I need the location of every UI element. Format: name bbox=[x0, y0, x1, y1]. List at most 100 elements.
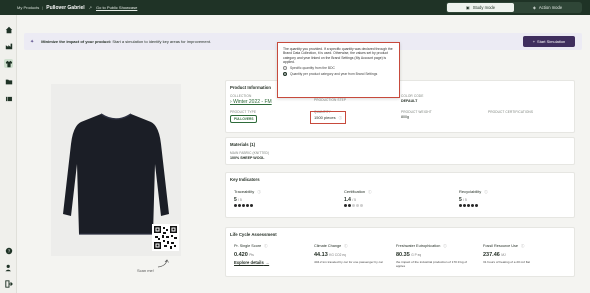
traceability-score: 5 bbox=[234, 197, 237, 203]
score-dot bbox=[238, 204, 241, 207]
product-type-chip: PULLOVERS bbox=[230, 115, 258, 123]
folder-icon[interactable] bbox=[4, 77, 13, 86]
info-icon[interactable]: ⓘ bbox=[344, 244, 347, 248]
scan-arrow-icon bbox=[157, 259, 169, 268]
tooltip-option-bdc[interactable]: Specific quantity from the BDC bbox=[283, 66, 394, 71]
certification-score: 1.4 bbox=[344, 197, 351, 203]
fossil-unit: MJ bbox=[501, 253, 506, 257]
lca-title: Life Cycle Assessment bbox=[230, 232, 277, 237]
collection-label: COLLECTION bbox=[230, 94, 252, 98]
info-icon[interactable]: ⓘ bbox=[368, 190, 371, 194]
traceability-dots bbox=[234, 204, 261, 207]
breadcrumb-my-products[interactable]: My Products bbox=[17, 5, 39, 10]
qr-code[interactable] bbox=[152, 224, 179, 251]
certification-max: / 5 bbox=[352, 198, 356, 202]
climate-change-label: Climate Change bbox=[314, 244, 342, 248]
explore-details-link[interactable]: Explore details → bbox=[234, 260, 314, 265]
study-mode-label: Study mode bbox=[472, 5, 496, 10]
lca-freshwater-eutrophication: Freshwater Eutrophication ⓘ 80.35 G P eq… bbox=[396, 243, 476, 268]
sparkle-icon: ✦ bbox=[30, 38, 35, 45]
materials-card: Materials (1) MAIN FABRIC (KNITTED) 100%… bbox=[225, 137, 575, 165]
home-icon[interactable] bbox=[4, 25, 13, 34]
info-icon[interactable]: ⓘ bbox=[264, 244, 267, 248]
recyclability-dots bbox=[459, 204, 488, 207]
score-dot bbox=[475, 204, 478, 207]
single-score-value: 0.420 bbox=[234, 252, 248, 258]
book-icon[interactable] bbox=[4, 94, 13, 103]
public-showcase-link[interactable]: Go to Public Showcase bbox=[96, 5, 137, 10]
scan-me-label: Scan me! bbox=[137, 268, 154, 273]
score-dot bbox=[348, 204, 351, 207]
indicator-score: 5 / 5 bbox=[234, 197, 261, 203]
score-dot bbox=[234, 204, 237, 207]
arrow-right-icon: → bbox=[264, 260, 270, 265]
help-icon[interactable]: ? bbox=[4, 246, 13, 255]
app-root: My Products | Pullover Gabriel ↗ Go to P… bbox=[0, 0, 590, 293]
score-dot bbox=[360, 204, 363, 207]
indicator-certification: Certification ⓘ 1.4 / 5 bbox=[344, 189, 371, 207]
freshwater-value: 80.35 bbox=[396, 252, 410, 258]
tooltip-option-brand-settings-label: Quantity per product category and year f… bbox=[290, 72, 378, 77]
lca-metric-name: Fossil Resource Use ⓘ bbox=[483, 243, 563, 248]
score-dot bbox=[471, 204, 474, 207]
fossil-value: 237.46 bbox=[483, 252, 500, 258]
shirt-icon[interactable] bbox=[4, 59, 13, 68]
lca-metric-value: 80.35 G P eq bbox=[396, 252, 476, 258]
info-icon[interactable]: ⓘ bbox=[443, 244, 446, 248]
breadcrumb-separator: | bbox=[42, 5, 44, 10]
explore-details-label: Explore details bbox=[234, 260, 264, 265]
tooltip-text: The quantity you provided. If a specific… bbox=[283, 47, 393, 64]
action-mode-label: Action mode bbox=[538, 5, 563, 10]
single-score-unit: Pts bbox=[249, 253, 254, 257]
score-dot bbox=[356, 204, 359, 207]
banner-text: Minimize the impact of your product: Sta… bbox=[41, 39, 211, 44]
logout-icon[interactable] bbox=[4, 279, 13, 288]
info-icon[interactable]: ⓘ bbox=[521, 244, 524, 248]
indicator-name: Certification ⓘ bbox=[344, 189, 371, 194]
recyclability-label: Recyclability bbox=[459, 189, 482, 194]
freshwater-label: Freshwater Eutrophication bbox=[396, 244, 441, 248]
key-indicators-title: Key Indicators bbox=[230, 177, 260, 182]
lca-single-score: Pr. Single Score ⓘ 0.420 Pts Explore det… bbox=[234, 243, 314, 265]
indicator-traceability: Traceability ⓘ 5 / 5 bbox=[234, 189, 261, 207]
recyclability-max: / 5 bbox=[463, 198, 467, 202]
info-icon[interactable]: ⓘ bbox=[257, 190, 260, 194]
freshwater-unit: G P eq bbox=[411, 253, 422, 257]
single-score-label: Pr. Single Score bbox=[234, 244, 262, 248]
factory-icon[interactable] bbox=[4, 41, 13, 50]
start-simulation-button[interactable]: + Start Simulation bbox=[523, 36, 575, 47]
collection-link[interactable]: › Winter 2022 - FM bbox=[230, 99, 272, 105]
traceability-max: / 5 bbox=[238, 198, 242, 202]
certification-label: Certification bbox=[344, 189, 366, 194]
tooltip-option-brand-settings[interactable]: Quantity per product category and year f… bbox=[283, 72, 394, 77]
study-mode-tab[interactable]: ▣ Study mode bbox=[447, 3, 514, 12]
action-mode-tab[interactable]: ◈ Action mode bbox=[514, 3, 581, 12]
page-title: Pullover Gabriel bbox=[46, 4, 85, 11]
recyclability-score: 5 bbox=[459, 197, 462, 203]
climate-change-value: 44.13 bbox=[314, 252, 328, 258]
lca-card: Life Cycle Assessment Pr. Single Score ⓘ… bbox=[225, 227, 575, 277]
production-step-label: PRODUCTION STEP bbox=[314, 98, 347, 102]
lca-metric-name: Climate Change ⓘ bbox=[314, 243, 394, 248]
quantity-tooltip: The quantity you provided. If a specific… bbox=[277, 42, 400, 98]
lca-metric-name: Pr. Single Score ⓘ bbox=[234, 243, 314, 248]
lca-metric-value: 44.13 KG CO2 eq bbox=[314, 252, 394, 258]
info-icon[interactable]: ⓘ bbox=[484, 190, 487, 194]
lca-metric-name: Freshwater Eutrophication ⓘ bbox=[396, 243, 476, 248]
mode-switch: ▣ Study mode ◈ Action mode bbox=[446, 2, 582, 13]
product-type-label: PRODUCT TYPE bbox=[230, 110, 257, 114]
fossil-desc: 31 hours of heating of a 20 m2 flat bbox=[483, 260, 530, 264]
product-weight-value: 800g bbox=[401, 115, 409, 119]
radio-unselected-icon bbox=[283, 66, 287, 71]
traceability-label: Traceability bbox=[234, 189, 255, 194]
score-dot bbox=[246, 204, 249, 207]
top-bar: My Products | Pullover Gabriel ↗ Go to P… bbox=[0, 0, 590, 15]
user-settings-icon[interactable] bbox=[4, 263, 13, 272]
banner-body-text: Start a simulation to identify key areas… bbox=[112, 39, 212, 44]
collection-value: Winter 2022 - FM bbox=[233, 99, 272, 105]
fossil-label: Fossil Resource Use bbox=[483, 244, 519, 248]
color-code-label: COLOR CODE bbox=[401, 94, 424, 98]
indicator-score: 5 / 5 bbox=[459, 197, 488, 203]
indicator-score: 1.4 / 5 bbox=[344, 197, 371, 203]
quantity-highlight-box bbox=[310, 111, 346, 124]
